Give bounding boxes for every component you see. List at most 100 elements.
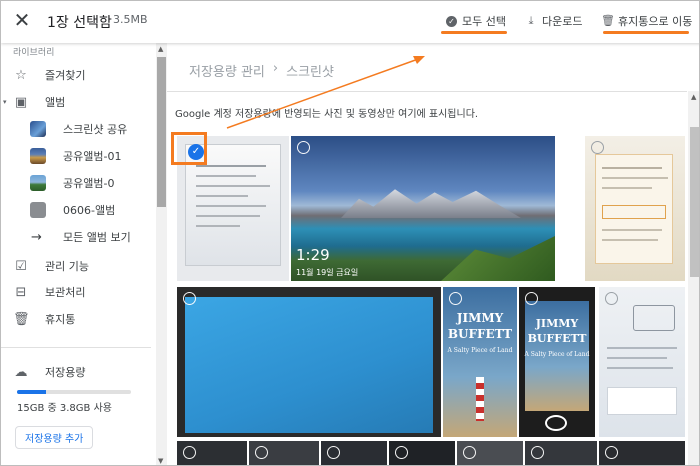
select-circle-icon[interactable] — [183, 446, 196, 459]
storage-progress-bar — [17, 390, 131, 394]
album-shared-0[interactable]: 공유앨범-0 — [1, 172, 167, 194]
trash-icon: 🗑 — [13, 311, 30, 327]
sidebar-item-utilities[interactable]: ☑ 관리 기능 — [1, 255, 167, 277]
photo-thumb-row3[interactable] — [321, 441, 387, 465]
photo-book-cover-2[interactable]: JIMMY BUFFETT A Salty Piece of Land — [519, 287, 595, 437]
album-icon: ▣ — [14, 94, 28, 110]
move-to-trash-label: 휴지통으로 이동 — [618, 15, 693, 28]
camera-shutter-icon — [545, 415, 567, 431]
photo-thumb-row3[interactable] — [525, 441, 597, 465]
select-circle-icon[interactable] — [531, 446, 544, 459]
book-title-line2: BUFFETT — [527, 332, 587, 345]
select-circle-icon[interactable] — [525, 292, 538, 305]
mountain-shape — [341, 189, 521, 218]
book-title-line2: BUFFETT — [447, 327, 513, 341]
storage-info-text: Google 계정 저장용량에 반영되는 사진 및 동영상만 여기에 표시됩니다… — [175, 109, 479, 120]
move-to-trash-button[interactable]: 🗑 휴지통으로 이동 — [601, 13, 692, 29]
scroll-up-icon[interactable]: ▲ — [158, 45, 163, 53]
scrollbar-thumb[interactable] — [690, 127, 699, 277]
album-thumbnail — [30, 202, 46, 218]
scroll-down-icon[interactable]: ▼ — [158, 457, 163, 465]
album-0606[interactable]: 0606-앨범 — [1, 199, 167, 221]
sidebar-item-storage[interactable]: ☁ 저장용량 — [1, 361, 167, 383]
breadcrumb: 저장용량 관리 › 스크린샷 — [189, 61, 334, 80]
check-square-icon: ☑ — [15, 258, 27, 274]
album-label: 0606-앨범 — [63, 204, 116, 217]
archive-icon: ⊟ — [15, 284, 27, 300]
storage-usage: 15GB 중 3.8GB 사용 — [17, 403, 112, 414]
close-icon[interactable]: ✕ — [11, 9, 33, 31]
view-all-albums-label: 모든 앨범 보기 — [63, 231, 131, 244]
scrollbar-thumb[interactable] — [157, 57, 166, 207]
sidebar-item-label: 즐겨찾기 — [45, 69, 86, 82]
photo-settings-screenshot[interactable] — [599, 287, 685, 437]
select-all-underline — [441, 31, 507, 34]
sidebar-item-favorites[interactable]: ☆ 즐겨찾기 — [1, 64, 167, 86]
lighthouse-shape — [476, 377, 484, 421]
album-thumbnail — [30, 175, 46, 191]
album-label: 스크린샷 공유 — [63, 123, 128, 136]
select-circle-icon[interactable] — [449, 292, 462, 305]
photo-thumb-row3[interactable] — [177, 441, 247, 465]
add-storage-button[interactable]: 저장용량 추가 — [15, 426, 94, 449]
photo-thumb-row3[interactable] — [249, 441, 319, 465]
sidebar-section-label: 라이브러리 — [13, 48, 55, 58]
download-label: 다운로드 — [542, 15, 583, 28]
sidebar-item-archive[interactable]: ⊟ 보관처리 — [1, 281, 167, 303]
sidebar-item-label: 보관처리 — [45, 286, 86, 299]
sidebar-item-label: 관리 기능 — [45, 260, 89, 273]
select-all-label: 모두 선택 — [462, 15, 506, 28]
album-screenshot-share[interactable]: 스크린샷 공유 — [1, 118, 167, 140]
photo-book-cover-1[interactable]: JIMMY BUFFETT A Salty Piece of Land — [443, 287, 517, 437]
check-circle-icon: ✓ — [446, 15, 457, 27]
select-circle-icon[interactable] — [605, 292, 618, 305]
main-divider — [167, 91, 687, 92]
select-circle-icon[interactable] — [605, 446, 618, 459]
book-subtitle: A Salty Piece of Land — [447, 347, 513, 354]
select-circle-icon[interactable] — [183, 292, 196, 305]
storage-progress-fill — [17, 390, 46, 394]
storage-label: 저장용량 — [45, 366, 86, 379]
sidebar-item-albums[interactable]: ▾ ▣ 앨범 — [1, 91, 167, 113]
star-icon: ☆ — [15, 67, 27, 83]
album-thumbnail — [30, 148, 46, 164]
select-circle-icon[interactable] — [591, 141, 604, 154]
photo-thumb-row3[interactable] — [389, 441, 455, 465]
lockscreen-time: 1:29 — [296, 246, 330, 264]
breadcrumb-screenshots: 스크린샷 — [286, 65, 334, 80]
download-button[interactable]: ⤓ 다운로드 — [525, 13, 583, 29]
selection-toolbar: ✕ 1장 선택함 3.5MB ✓ 모두 선택 ⤓ 다운로드 🗑 휴지통으로 이동 — [1, 1, 699, 43]
view-all-albums[interactable]: → 모든 앨범 보기 — [1, 226, 167, 248]
sidebar-item-label: 휴지통 — [45, 313, 76, 326]
sidebar-item-label: 앨범 — [45, 96, 66, 109]
selection-size: 3.5MB — [113, 13, 148, 26]
book-subtitle: A Salty Piece of Land — [524, 351, 590, 358]
album-label: 공유앨범-01 — [63, 150, 122, 163]
photo-content — [633, 305, 675, 331]
main-scrollbar[interactable]: ▲ — [688, 91, 699, 465]
photo-content — [595, 154, 673, 264]
photo-tablet-screen[interactable] — [177, 287, 441, 437]
photo-lake-mountains[interactable]: 1:29 11월 19일 금요일 — [291, 136, 555, 281]
sidebar-item-trash[interactable]: 🗑 휴지통 — [1, 308, 167, 330]
photo-thumb-row3[interactable] — [599, 441, 685, 465]
trash-underline — [603, 31, 689, 34]
selection-count: 1장 선택함 — [47, 15, 112, 31]
sidebar-scrollbar[interactable]: ▲ ▼ — [156, 43, 167, 465]
download-icon: ⤓ — [528, 14, 534, 27]
photo-content — [185, 297, 433, 433]
photo-thumb-row3[interactable] — [457, 441, 523, 465]
book-title-line1: JIMMY — [535, 317, 579, 330]
breadcrumb-storage-management[interactable]: 저장용량 관리 — [189, 61, 265, 80]
scroll-up-icon[interactable]: ▲ — [691, 93, 696, 101]
select-circle-icon[interactable] — [395, 446, 408, 459]
select-circle-icon[interactable] — [327, 446, 340, 459]
album-shared-01[interactable]: 공유앨범-01 — [1, 145, 167, 167]
select-circle-icon[interactable] — [255, 446, 268, 459]
main-content: 저장용량 관리 › 스크린샷 Google 계정 저장용량에 반영되는 사진 및… — [167, 43, 699, 465]
photo-paper-document[interactable] — [585, 136, 685, 281]
trash-icon: 🗑 — [601, 14, 615, 27]
select-circle-icon[interactable] — [463, 446, 476, 459]
select-all-button[interactable]: ✓ 모두 선택 — [446, 13, 506, 29]
select-circle-icon[interactable] — [297, 141, 310, 154]
